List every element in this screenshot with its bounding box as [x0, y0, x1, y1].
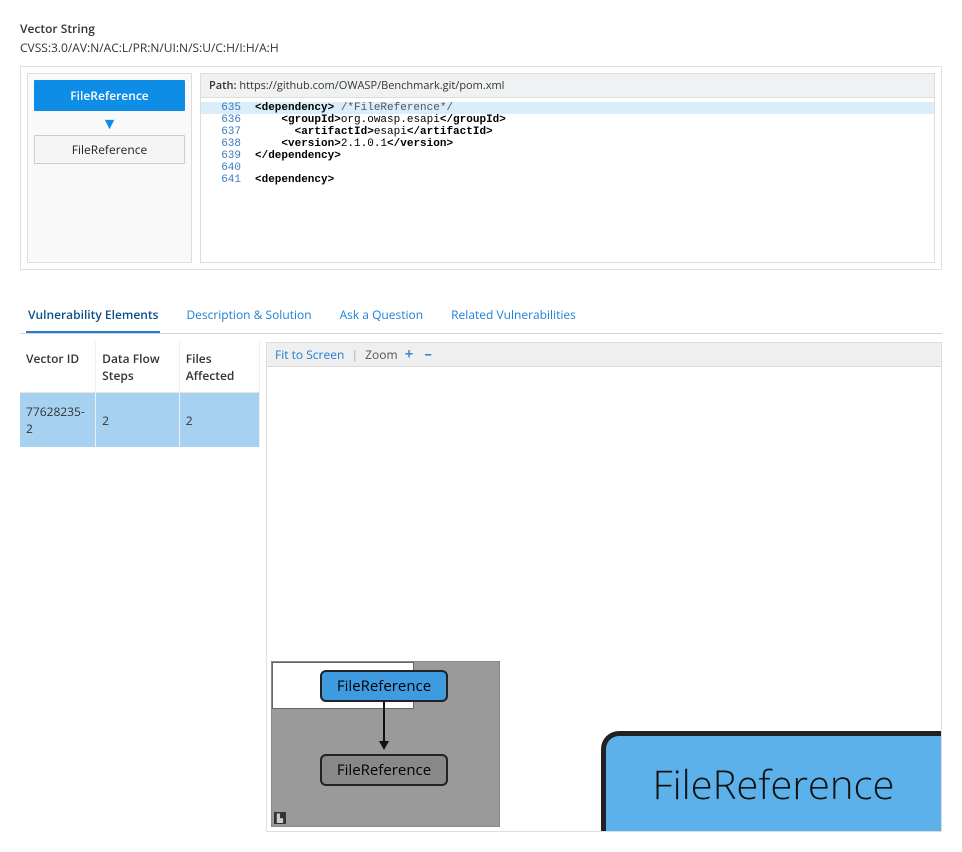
detail-panels: FileReference ▼ FileReference Path: http… — [20, 66, 942, 270]
flow-steps-panel: FileReference ▼ FileReference — [27, 73, 192, 263]
col-files-affected[interactable]: Files Affected — [179, 342, 259, 393]
minimap-node-1: FileReference — [320, 670, 448, 702]
path-value: https://github.com/OWASP/Benchmark.git/p… — [239, 78, 504, 93]
cell-steps: 2 — [96, 393, 180, 448]
path-label: Path: — [209, 78, 237, 93]
tab-vulnerability-elements[interactable]: Vulnerability Elements — [26, 300, 160, 333]
code-line: 636 <groupId>org.owasp.esapi</groupId> — [201, 114, 934, 126]
tab-related-vulnerabilities[interactable]: Related Vulnerabilities — [449, 300, 578, 333]
separator-icon: | — [351, 346, 358, 363]
code-path-bar: Path: https://github.com/OWASP/Benchmark… — [201, 74, 934, 98]
arrow-down-icon: ▼ — [102, 115, 118, 131]
zoom-out-button[interactable]: – — [420, 344, 436, 364]
cell-vector-id: 77628235-2 — [20, 393, 96, 448]
code-panel: Path: https://github.com/OWASP/Benchmark… — [200, 73, 935, 263]
graph-toolbar: Fit to Screen | Zoom + – — [267, 343, 941, 367]
col-data-flow-steps[interactable]: Data Flow Steps — [96, 342, 180, 393]
tab-ask-question[interactable]: Ask a Question — [338, 300, 426, 333]
table-row[interactable]: 77628235-2 2 2 — [20, 393, 260, 448]
elements-content: Vector ID Data Flow Steps Files Affected… — [20, 342, 942, 832]
tab-bar: Vulnerability Elements Description & Sol… — [20, 300, 942, 334]
code-line: 635 <dependency> /*FileReference*/ — [201, 102, 934, 114]
graph-minimap[interactable]: FileReference FileReference ▙ — [271, 661, 500, 827]
graph-node-filereference[interactable]: FileReference — [601, 731, 941, 831]
minimap-node-2: FileReference — [320, 754, 448, 786]
flow-step-1[interactable]: FileReference — [34, 80, 185, 111]
code-body[interactable]: 635 <dependency> /*FileReference*/ 636 <… — [201, 98, 934, 262]
tab-description-solution[interactable]: Description & Solution — [184, 300, 313, 333]
vector-string-label: Vector String — [20, 20, 942, 37]
vector-string-value: CVSS:3.0/AV:N/AC:L/PR:N/UI:N/S:U/C:H/I:H… — [20, 39, 942, 56]
code-line: 641 <dependency> — [201, 174, 934, 186]
zoom-in-button[interactable]: + — [401, 344, 418, 364]
minimap-toggle-icon[interactable]: ▙ — [274, 812, 286, 824]
fit-to-screen-button[interactable]: Fit to Screen — [275, 346, 344, 363]
graph-canvas[interactable]: FileReference FileReference ▙ FileRefere… — [267, 367, 941, 831]
code-line: 638 <version>2.1.0.1</version> — [201, 138, 934, 150]
col-vector-id[interactable]: Vector ID — [20, 342, 96, 393]
graph-panel: Fit to Screen | Zoom + – FileReference F… — [266, 342, 942, 832]
flow-step-2[interactable]: FileReference — [34, 135, 185, 164]
cell-files: 2 — [179, 393, 259, 448]
vector-string-header: Vector String CVSS:3.0/AV:N/AC:L/PR:N/UI… — [20, 20, 942, 56]
zoom-label: Zoom — [365, 346, 397, 363]
vector-table: Vector ID Data Flow Steps Files Affected… — [20, 342, 260, 832]
code-line: 637 <artifactId>esapi</artifactId> — [201, 126, 934, 138]
code-line: 639 </dependency> — [201, 150, 934, 162]
code-line: 640 — [201, 162, 934, 174]
arrow-down-icon — [383, 702, 385, 748]
